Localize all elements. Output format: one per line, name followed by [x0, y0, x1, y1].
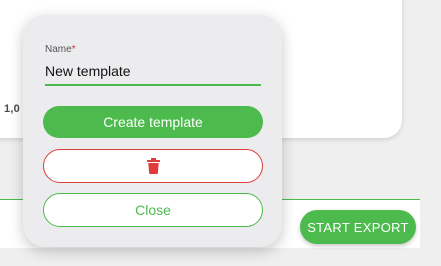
required-mark: * — [71, 44, 76, 55]
name-field-label: Name* — [45, 44, 261, 58]
delete-button[interactable] — [43, 149, 263, 183]
name-field: Name* — [45, 44, 261, 86]
name-input[interactable] — [45, 58, 261, 86]
create-template-button[interactable]: Create template — [43, 106, 263, 138]
trash-icon — [146, 158, 160, 174]
close-button[interactable]: Close — [43, 193, 263, 227]
start-export-button[interactable]: START EXPORT — [300, 210, 416, 244]
name-label-text: Name — [45, 44, 72, 55]
create-template-popup: Name* Create template Close — [23, 15, 282, 247]
background-value-text: 1,0 — [4, 103, 20, 115]
